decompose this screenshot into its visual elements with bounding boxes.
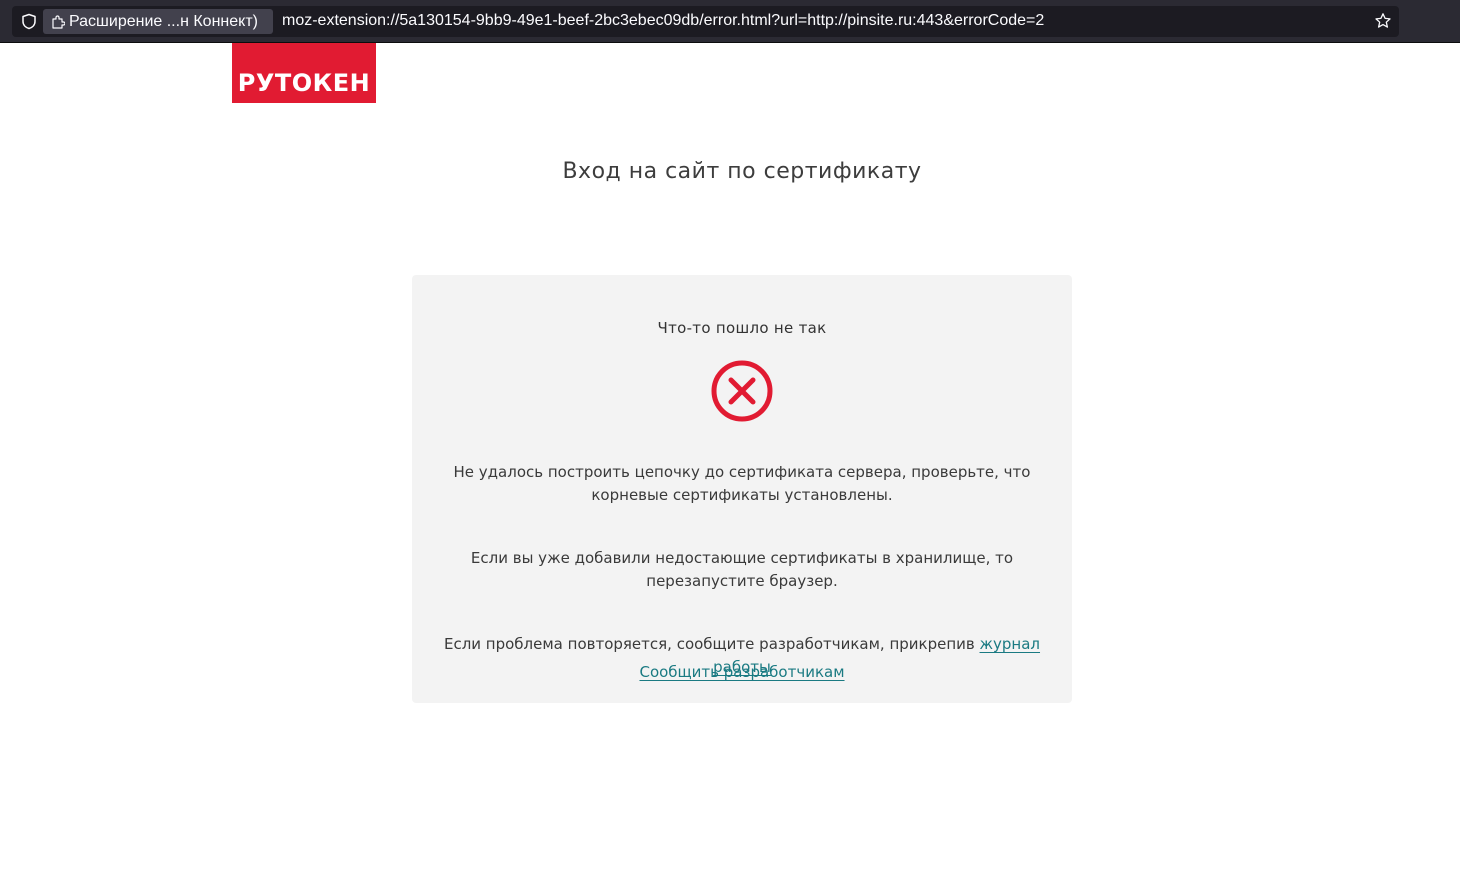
report-hint-text: Если проблема повторяется, сообщите разр… — [443, 635, 980, 653]
identity-box[interactable]: Расширение ...н Коннект) — [43, 9, 273, 34]
error-message-chain: Не удалось построить цепочку до сертифик… — [453, 463, 1031, 504]
extension-icon — [52, 14, 65, 29]
url-text[interactable]: moz-extension://5a130154-9bb9-49e1-beef-… — [282, 12, 1044, 30]
url-bar[interactable]: Расширение ...н Коннект) moz-extension:/… — [12, 6, 1399, 37]
page-title: Вход на сайт по сертификату — [562, 159, 922, 184]
error-card: Что-то пошло не так Не удалось построить… — [412, 275, 1072, 703]
error-title: Что-то пошло не так — [657, 319, 827, 337]
identity-label: Расширение ...н Коннект) — [69, 12, 258, 30]
logo-text: РУТОКЕН — [237, 69, 371, 97]
report-to-developers-link[interactable]: Сообщить разработчикам — [639, 663, 844, 681]
star-icon[interactable] — [1374, 12, 1392, 30]
error-message-restart: Если вы уже добавили недостающие сертифи… — [470, 549, 1014, 590]
error-x-circle-icon — [711, 360, 773, 422]
shield-icon[interactable] — [21, 13, 37, 30]
rutoken-logo: РУТОКЕН — [232, 43, 376, 103]
browser-toolbar: Расширение ...н Коннект) moz-extension:/… — [0, 0, 1460, 43]
report-link-row: Сообщить разработчикам — [412, 661, 1072, 684]
